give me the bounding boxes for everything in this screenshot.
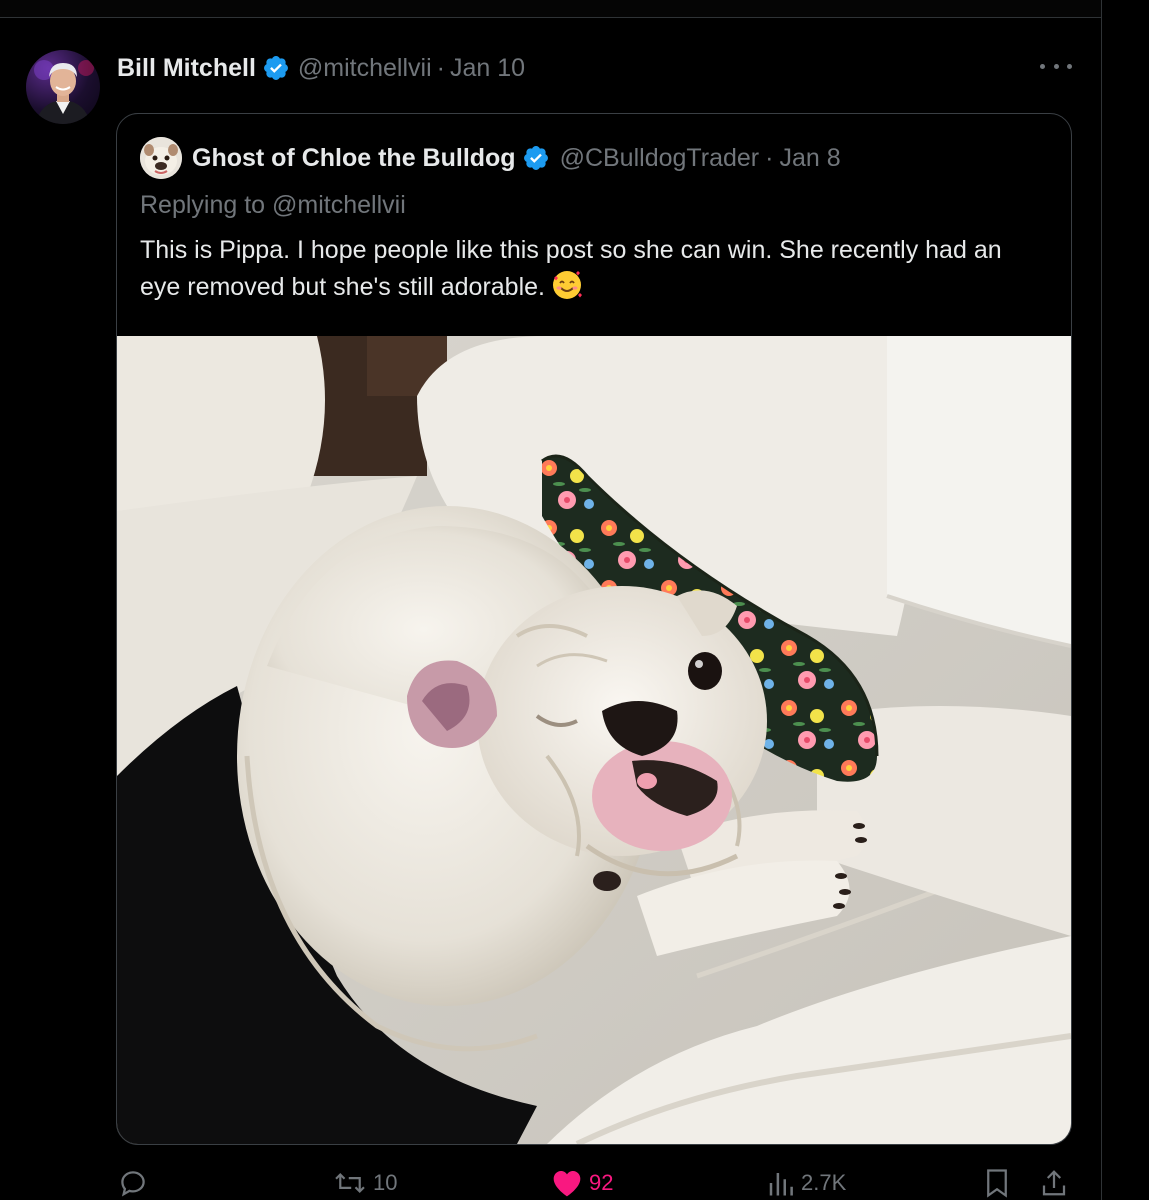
share-icon	[1042, 1170, 1066, 1196]
post-header: Bill Mitchell @mitchellvii · Jan 10	[117, 50, 525, 86]
author-name[interactable]: Bill Mitchell	[117, 54, 256, 83]
quoted-author-handle[interactable]: @CBulldogTrader	[560, 144, 760, 173]
replying-handle-link[interactable]: @mitchellvii	[272, 191, 406, 219]
smiling-face-with-hearts-icon	[551, 269, 583, 301]
separator-dot: ·	[436, 53, 445, 82]
views-button[interactable]: 2.7K	[767, 1168, 846, 1198]
repost-count: 10	[373, 1170, 398, 1195]
quoted-author-avatar[interactable]	[140, 137, 182, 179]
divider	[0, 17, 1102, 18]
quoted-post-text: This is Pippa. I hope people like this p…	[140, 232, 1040, 306]
author-handle[interactable]: @mitchellvii	[298, 54, 432, 83]
repost-button[interactable]: 10	[333, 1168, 397, 1198]
previous-post-edge	[0, 0, 1102, 17]
post-date[interactable]: Jan 10	[450, 54, 525, 83]
action-bar: 10 92 2.7K	[0, 1160, 1102, 1200]
heart-filled-icon	[553, 1171, 581, 1197]
views-bar-chart-icon	[769, 1173, 793, 1196]
more-options-button[interactable]	[1040, 54, 1072, 78]
bookmark-icon	[987, 1169, 1007, 1198]
share-button[interactable]	[1040, 1168, 1068, 1198]
more-dot-icon	[1067, 63, 1072, 69]
reply-icon	[121, 1171, 145, 1197]
quoted-post-card[interactable]: Ghost of Chloe the Bulldog @CBulldogTrad…	[116, 113, 1072, 1145]
quoted-post-date[interactable]: Jan 8	[779, 144, 840, 173]
quoted-author-name[interactable]: Ghost of Chloe the Bulldog	[192, 144, 516, 173]
post-photo[interactable]	[117, 336, 1071, 1144]
views-count: 2.7K	[801, 1170, 847, 1195]
column-border	[1101, 0, 1102, 1200]
photo-of-white-bulldog-icon	[117, 336, 1071, 1144]
repost-icon	[335, 1172, 365, 1194]
like-count: 92	[589, 1170, 614, 1195]
reply-button[interactable]	[118, 1168, 148, 1198]
separator-dot: ·	[765, 143, 774, 172]
more-dot-icon	[1040, 63, 1045, 69]
verified-badge-icon[interactable]	[522, 144, 550, 172]
like-button[interactable]: 92	[551, 1168, 613, 1198]
quoted-post-header: Ghost of Chloe the Bulldog @CBulldogTrad…	[140, 136, 841, 180]
replying-to-line: Replying to @mitchellvii	[140, 191, 406, 220]
more-dot-icon	[1053, 63, 1059, 69]
author-avatar[interactable]	[26, 50, 100, 124]
replying-prefix: Replying to	[140, 191, 273, 219]
verified-badge-icon[interactable]	[262, 54, 290, 82]
tweet-screen: Bill Mitchell @mitchellvii · Jan 10 Ghos…	[0, 0, 1149, 1200]
bookmark-button[interactable]	[984, 1168, 1010, 1198]
